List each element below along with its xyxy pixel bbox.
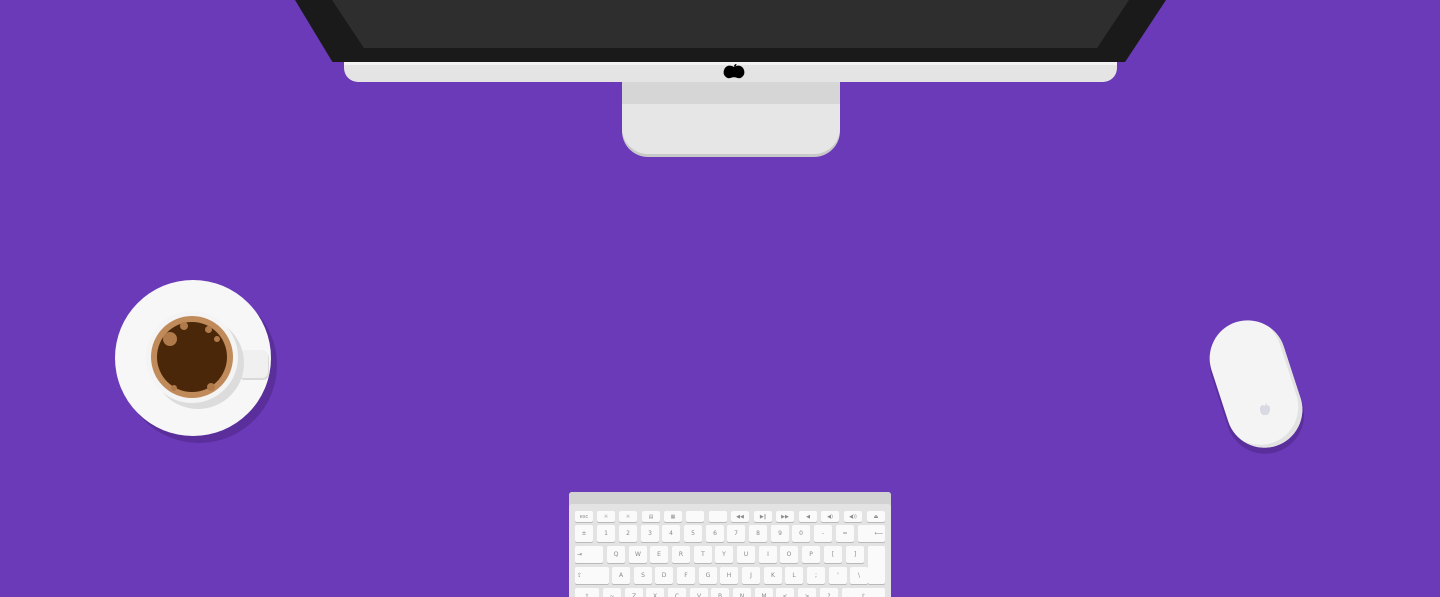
key-slash: ? (820, 588, 838, 597)
key-right-bracket: ] (846, 546, 864, 563)
key-u: U (737, 546, 755, 563)
key-m: M (755, 588, 773, 597)
key-backtick: ± (575, 525, 593, 542)
key-f4: ▦ (664, 511, 682, 522)
monitor-stand (622, 82, 840, 154)
key-f1: ☼ (597, 511, 615, 522)
key-j: J (742, 567, 760, 584)
key-4: 4 (662, 525, 680, 542)
key-f12: ◀)) (844, 511, 862, 522)
foam-bubble (214, 336, 220, 342)
key-semicolon: ; (807, 567, 825, 584)
key-n: N (733, 588, 751, 597)
key-q: Q (607, 546, 625, 563)
key-h: H (720, 567, 738, 584)
key-b: B (711, 588, 729, 597)
keyboard: esc ☼ ☼ ▤ ▦ ◀◀ ▶‖ ▶▶ ◀ ◀) ◀)) ⏏ ± 1 2 3 … (569, 492, 891, 597)
key-period: > (798, 588, 816, 597)
key-backslash: \ (850, 567, 868, 584)
key-t: T (694, 546, 712, 563)
key-9: 9 (771, 525, 789, 542)
apple-logo-icon (723, 64, 745, 79)
key-i: I (759, 546, 777, 563)
key-left-shift: ⇧ (575, 588, 599, 597)
key-l: L (785, 567, 803, 584)
key-p: P (802, 546, 820, 563)
key-f11: ◀) (821, 511, 839, 522)
key-f7: ◀◀ (731, 511, 749, 522)
foam-bubble (205, 326, 212, 333)
key-s: S (634, 567, 652, 584)
key-x: X (646, 588, 664, 597)
key-2: 2 (619, 525, 637, 542)
key-caps-lock: ⇪ (575, 567, 609, 584)
foam-bubble (171, 385, 177, 391)
foam-bubble (207, 383, 215, 391)
apple-logo-icon (1259, 403, 1271, 416)
key-z: Z (625, 588, 643, 597)
key-quote: ' (829, 567, 847, 584)
key-e: E (650, 546, 668, 563)
key-g: G (699, 567, 717, 584)
key-w: W (629, 546, 647, 563)
key-r: R (672, 546, 690, 563)
key-tilde: ~ (603, 588, 621, 597)
key-6: 6 (706, 525, 724, 542)
key-f10: ◀ (799, 511, 817, 522)
key-f6 (709, 511, 727, 522)
key-f2: ☼ (619, 511, 637, 522)
key-equals: = (836, 525, 854, 542)
key-minus: - (814, 525, 832, 542)
key-f5 (686, 511, 704, 522)
key-f8: ▶‖ (754, 511, 772, 522)
key-tab: ⇥ (575, 546, 603, 563)
key-7: 7 (727, 525, 745, 542)
key-1: 1 (597, 525, 615, 542)
key-y: Y (715, 546, 733, 563)
key-o: O (780, 546, 798, 563)
key-f3: ▤ (642, 511, 660, 522)
key-delete: ⟵ (858, 525, 885, 542)
key-3: 3 (641, 525, 659, 542)
foam-bubble (180, 322, 188, 330)
foam-bubble (163, 332, 177, 346)
key-eject: ⏏ (867, 511, 885, 522)
key-a: A (612, 567, 630, 584)
key-return (868, 546, 885, 584)
monitor-screen (332, 0, 1129, 48)
key-8: 8 (749, 525, 767, 542)
key-esc: esc (575, 511, 593, 522)
key-f9: ▶▶ (776, 511, 794, 522)
key-f: F (677, 567, 695, 584)
key-5: 5 (684, 525, 702, 542)
key-v: V (690, 588, 708, 597)
key-c: C (668, 588, 686, 597)
key-k: K (764, 567, 782, 584)
key-right-shift: ⇧ (842, 588, 885, 597)
desk-scene: esc ☼ ☼ ▤ ▦ ◀◀ ▶‖ ▶▶ ◀ ◀) ◀)) ⏏ ± 1 2 3 … (0, 0, 1440, 597)
key-left-bracket: [ (824, 546, 842, 563)
key-comma: < (776, 588, 794, 597)
key-d: D (655, 567, 673, 584)
key-0: 0 (792, 525, 810, 542)
